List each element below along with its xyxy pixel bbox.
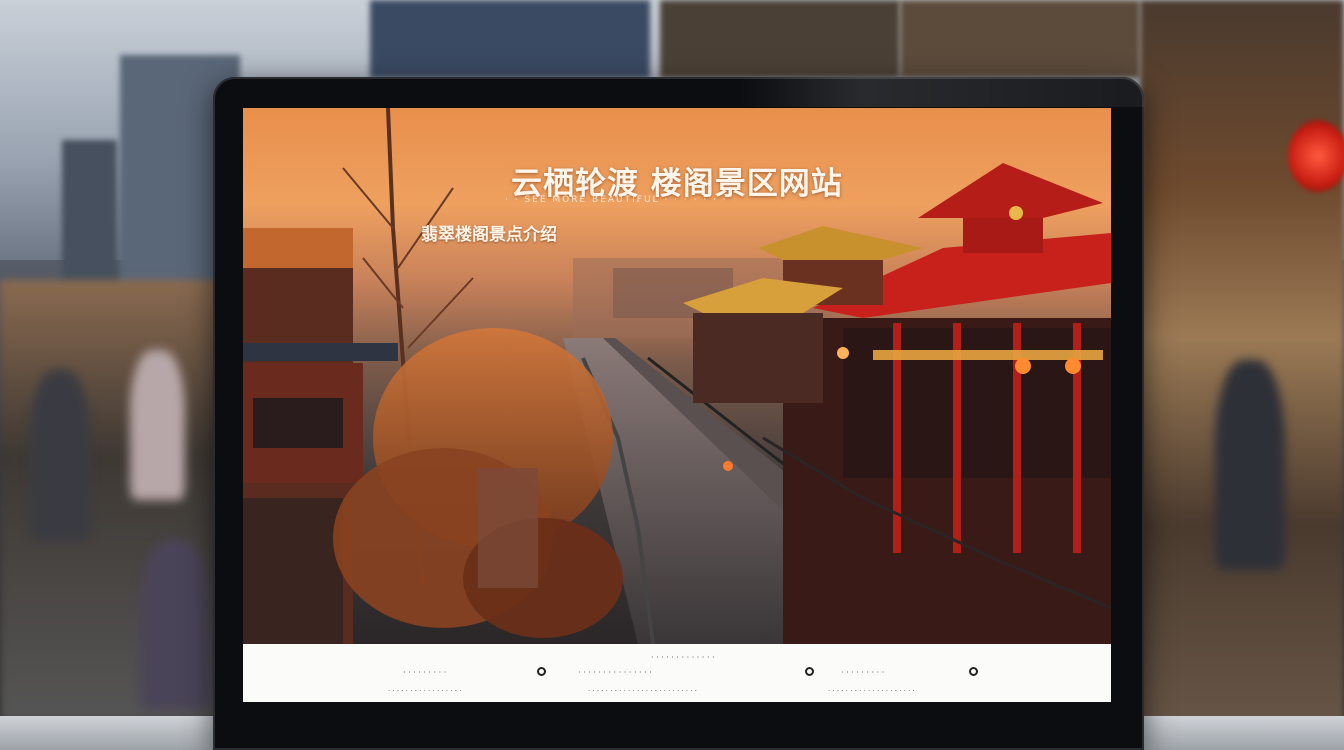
- hero-banner: 云栖轮渡 楼阁景区网站 · · SEE MORE BEAUTIFUL · · ·…: [243, 108, 1111, 644]
- background-building: [370, 0, 650, 78]
- background-person: [1215, 360, 1285, 570]
- footer-right-line: · · · · · · · · · · · · · · · · · · · ·: [828, 687, 915, 695]
- hero-subtitle: 翡翠楼阁景点介绍: [421, 225, 557, 245]
- background-person: [130, 350, 185, 500]
- laptop-screen: 云栖轮渡 楼阁景区网站 · · SEE MORE BEAUTIFUL · · ·…: [243, 108, 1111, 702]
- footer-center-title: · · · · · · · · · · · · ·: [651, 653, 715, 662]
- phone-icon: [805, 667, 814, 676]
- background-building: [660, 0, 900, 78]
- footer-left-text[interactable]: · · · · · · · · ·: [403, 668, 446, 677]
- footer-bar: · · · · · · · · · · · · · · · · · · · · …: [243, 644, 1111, 702]
- hero-tagline: · · SEE MORE BEAUTIFUL · · · · · · ·: [505, 195, 728, 205]
- background-building: [900, 0, 1140, 78]
- background-person: [140, 540, 210, 710]
- location-icon: [537, 667, 546, 676]
- mail-icon: [969, 667, 978, 676]
- red-lantern-icon: [1288, 120, 1344, 192]
- footer-right-text[interactable]: · · · · · · · · ·: [841, 668, 884, 677]
- footer-left-line: · · · · · · · · · · · · · · · · ·: [388, 687, 462, 695]
- photo-scene: 云栖轮渡 楼阁景区网站 · · SEE MORE BEAUTIFUL · · ·…: [0, 0, 1344, 750]
- background-person: [30, 370, 90, 540]
- footer-middle-text[interactable]: · · · · · · · · · · · · · · ·: [578, 668, 652, 677]
- footer-middle-line: · · · · · · · · · · · · · · · · · · · · …: [588, 687, 698, 695]
